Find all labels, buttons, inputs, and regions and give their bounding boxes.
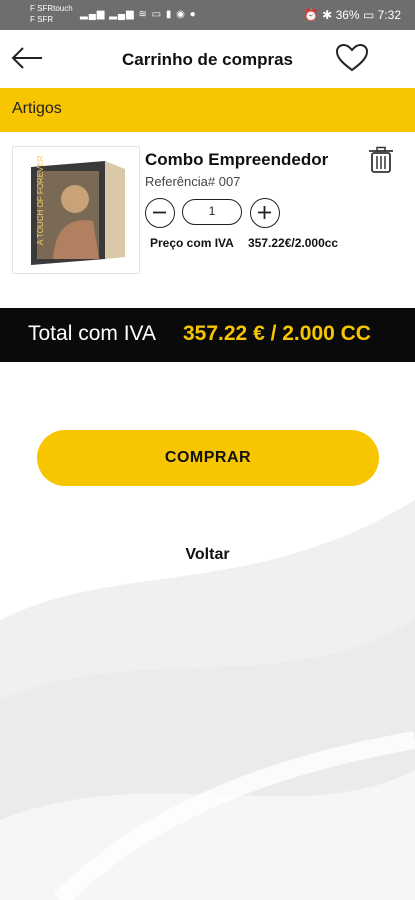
section-header: Artigos — [0, 88, 415, 132]
section-label: Artigos — [12, 100, 62, 117]
status-right: ⏰ ✱ 36% ▭ 7:32 — [304, 8, 401, 22]
price-label: Preço com IVA — [150, 236, 234, 250]
trash-icon — [369, 146, 393, 173]
product-name: Combo Empreendedor — [145, 150, 329, 169]
product-image-text: A TOUCH OF FOREVER — [36, 155, 45, 245]
quantity-input[interactable]: 1 — [182, 199, 242, 225]
clock: 7:32 — [377, 8, 401, 22]
favorites-button[interactable] — [335, 42, 369, 74]
alarm-icon: ⏰ — [303, 8, 319, 22]
status-bar: F SFRtouch F SFR ▂▄▆ ▂▄▆ ≋ ▭ ▮ ◉ ● ⏰ ✱ 3… — [0, 0, 415, 30]
price-value: 357.22€/2.000cc — [248, 236, 339, 250]
total-bar: Total com IVA 357.22 € / 2.000 CC — [0, 308, 415, 362]
app-bar: Carrinho de compras — [0, 30, 415, 88]
carrier-line1: F SFRtouch — [30, 4, 73, 13]
decrease-quantity-button[interactable] — [145, 198, 175, 228]
product-box-image: A TOUCH OF FOREVER — [31, 155, 125, 265]
delete-item-button[interactable] — [368, 146, 394, 174]
minus-icon — [153, 211, 166, 214]
bluetooth-icon: ✱ — [322, 8, 333, 22]
buy-button[interactable]: COMPRAR — [37, 430, 379, 486]
product-image[interactable]: A TOUCH OF FOREVER — [12, 146, 140, 274]
plus-icon — [258, 206, 271, 219]
back-link[interactable]: Voltar — [0, 546, 415, 564]
battery-percent: 36% — [335, 8, 360, 22]
carrier-info: F SFRtouch F SFR — [30, 3, 73, 25]
heart-outline-icon — [335, 43, 369, 72]
total-label: Total com IVA — [28, 322, 156, 345]
increase-quantity-button[interactable] — [250, 198, 280, 228]
battery-icon: ▭ — [362, 8, 375, 22]
signal-icons: ▂▄▆ ▂▄▆ ≋ ▭ ▮ ◉ ● — [80, 9, 197, 20]
total-value: 357.22 € / 2.000 CC — [183, 322, 371, 345]
product-reference: Referência# 007 — [145, 174, 241, 189]
carrier-line2: F SFR — [30, 15, 54, 24]
cart-item: A TOUCH OF FOREVER Combo Empreendedor Re… — [0, 132, 415, 302]
